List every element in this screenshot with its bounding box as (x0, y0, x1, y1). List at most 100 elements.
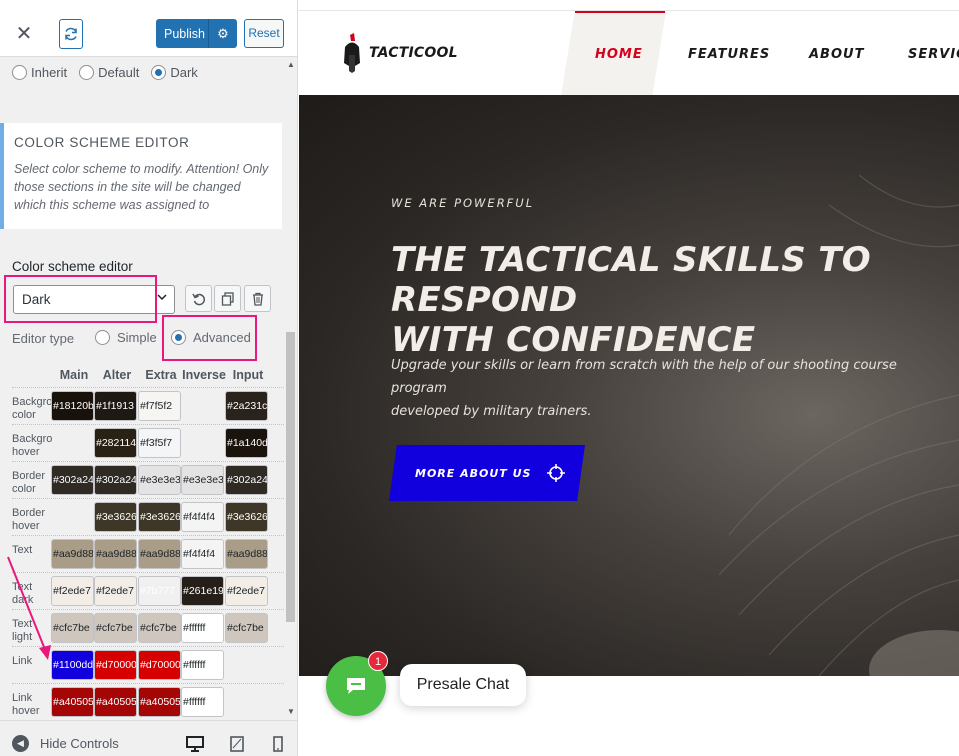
radio-circle[interactable] (95, 330, 110, 345)
scroll-down-arrow-icon[interactable]: ▼ (287, 707, 295, 716)
grid-row-label: Background hover (12, 433, 52, 458)
radio-circle-checked[interactable] (151, 65, 167, 80)
radio-circle[interactable] (12, 65, 27, 80)
chat-label[interactable]: Presale Chat (400, 664, 526, 706)
grid-row: Link hover #a40505 #a40505 #a40505 #ffffff (12, 683, 284, 720)
site-header: TACTICOOL HOME FEATURES ABOUT SERVICES (299, 10, 959, 96)
gear-icon[interactable]: ⚙ (209, 26, 237, 42)
color-swatch[interactable]: #cfc7be (138, 613, 181, 643)
scroll-up-arrow-icon[interactable]: ▲ (287, 60, 295, 69)
grid-header: Extra (145, 368, 177, 382)
color-swatch[interactable]: #f4f4f4 (181, 502, 224, 532)
radio-default[interactable]: Default (79, 65, 139, 80)
color-swatch[interactable]: #aa9d88 (138, 539, 181, 569)
color-swatch[interactable]: #d70000 (94, 650, 137, 680)
grid-row: Text dark #f2ede7 #f2ede7 #7b777 #261e19 #f2e… (12, 572, 284, 609)
color-swatch[interactable]: #f3f5f7 (138, 428, 181, 458)
color-swatch[interactable]: #f2ede7 (225, 576, 268, 606)
color-swatch[interactable]: #cfc7be (51, 613, 94, 643)
color-swatch[interactable]: #302a24 (225, 465, 268, 495)
color-swatch[interactable]: #2a231c (225, 391, 268, 421)
grid-row: Link #1100dd #d70000 #d70000 #ffffff (12, 646, 284, 683)
desktop-icon[interactable] (186, 736, 204, 756)
close-icon[interactable]: ✕ (10, 20, 38, 48)
chat-icon (347, 678, 365, 694)
color-swatch[interactable]: #aa9d88 (51, 539, 94, 569)
color-swatch[interactable]: #1100dd (51, 650, 94, 680)
publish-button[interactable]: Publish ⚙ (156, 19, 237, 48)
color-swatch[interactable]: #aa9d88 (225, 539, 268, 569)
color-swatch[interactable]: #cfc7be (225, 613, 268, 643)
color-swatch[interactable]: #ffffff (181, 613, 224, 643)
tablet-icon[interactable] (229, 736, 245, 756)
nav-active-indicator (575, 11, 665, 13)
color-swatch[interactable]: #a40505 (94, 687, 137, 717)
chat-badge: 1 (368, 651, 388, 671)
nav-item-services[interactable]: SERVICES (908, 47, 959, 62)
grid-row: Text light #cfc7be #cfc7be #cfc7be #ffffff #c… (12, 609, 284, 646)
radio-inherit[interactable]: Inherit (12, 65, 67, 80)
color-swatch[interactable]: #f2ede7 (94, 576, 137, 606)
grid-header: Alter (102, 368, 132, 382)
undo-button[interactable] (185, 285, 212, 312)
reset-button[interactable]: Reset (244, 19, 284, 48)
more-about-us-button[interactable]: MORE ABOUT US (389, 445, 585, 501)
color-swatch[interactable]: #a40505 (51, 687, 94, 717)
color-swatch[interactable]: #ffffff (181, 650, 224, 680)
color-swatch[interactable]: #261e19 (181, 576, 224, 606)
color-swatch[interactable]: #3e3626 (225, 502, 268, 532)
color-swatch[interactable]: #d70000 (138, 650, 181, 680)
radio-label: Dark (170, 65, 198, 80)
color-swatch[interactable]: #f4f4f4 (181, 539, 224, 569)
copy-icon (221, 291, 234, 306)
color-swatch[interactable]: #3e3626 (94, 502, 137, 532)
grid-row-label: Text (12, 544, 33, 556)
color-swatch[interactable]: #282114 (94, 428, 137, 458)
scrollbar-thumb[interactable] (286, 332, 295, 622)
color-swatch[interactable]: #3e3626 (138, 502, 181, 532)
hero-section: WE ARE POWERFUL THE TACTICAL SKILLS TO R… (299, 95, 959, 676)
color-swatch[interactable]: #e3e3e3 (181, 465, 224, 495)
hide-controls-button[interactable]: ◀ Hide Controls (12, 735, 119, 752)
customizer-header: ✕ Publish ⚙ Reset (0, 0, 297, 57)
logo-text: TACTICOOL (369, 45, 458, 61)
color-swatch[interactable]: #ffffff (181, 687, 224, 717)
color-swatch[interactable]: #f2ede7 (51, 576, 94, 606)
color-swatch[interactable]: #302a24 (94, 465, 137, 495)
grid-row: Text #aa9d88 #aa9d88 #aa9d88 #f4f4f4 #aa9d88 (12, 535, 284, 572)
chevron-down-icon (156, 291, 168, 306)
grid-row: Border hover #3e3626 #3e3626 #f4f4f4 #3e3626 (12, 498, 284, 535)
trash-icon (252, 292, 263, 306)
mobile-icon[interactable] (272, 736, 284, 756)
color-swatch[interactable]: #f7f5f2 (138, 391, 181, 421)
delete-button[interactable] (244, 285, 271, 312)
color-swatch[interactable]: #1f1913 (94, 391, 137, 421)
color-swatch[interactable]: #cfc7be (94, 613, 137, 643)
radio-dark[interactable]: Dark (151, 65, 198, 80)
undo-icon (191, 293, 205, 305)
color-swatch[interactable]: #18120b (51, 391, 94, 421)
nav-item-about[interactable]: ABOUT (809, 47, 864, 62)
section-description: Select color scheme to modify. Attention… (14, 162, 269, 212)
color-swatch[interactable]: #aa9d88 (94, 539, 137, 569)
grid-header: Input (232, 368, 264, 382)
refresh-button[interactable] (59, 19, 83, 49)
customizer-panel: ✕ Publish ⚙ Reset Inherit Default Dark ▲… (0, 0, 298, 756)
grid-row: Background hover #282114#f3f5f7 #1a140d (12, 424, 284, 461)
radio-circle[interactable] (79, 65, 95, 80)
nav-item-features[interactable]: FEATURES (688, 47, 770, 62)
grid-row-label: Text dark (12, 581, 34, 606)
highlight-scheme-select (4, 275, 157, 323)
editor-type-simple[interactable]: Simple (95, 330, 157, 345)
color-swatch[interactable]: #e3e3e3 (138, 465, 181, 495)
color-swatch[interactable]: #7b777 (138, 576, 181, 606)
radio-label: Simple (117, 330, 157, 345)
site-logo[interactable]: TACTICOOL (341, 33, 458, 73)
grid-row-label: Border color (12, 470, 46, 495)
color-swatch[interactable]: #302a24 (51, 465, 94, 495)
color-swatch[interactable]: #a40505 (138, 687, 181, 717)
color-swatch[interactable]: #1a140d (225, 428, 268, 458)
copy-button[interactable] (214, 285, 241, 312)
scheme-radio-group: Inherit Default Dark (12, 65, 210, 80)
nav-item-home[interactable]: HOME (595, 47, 643, 62)
